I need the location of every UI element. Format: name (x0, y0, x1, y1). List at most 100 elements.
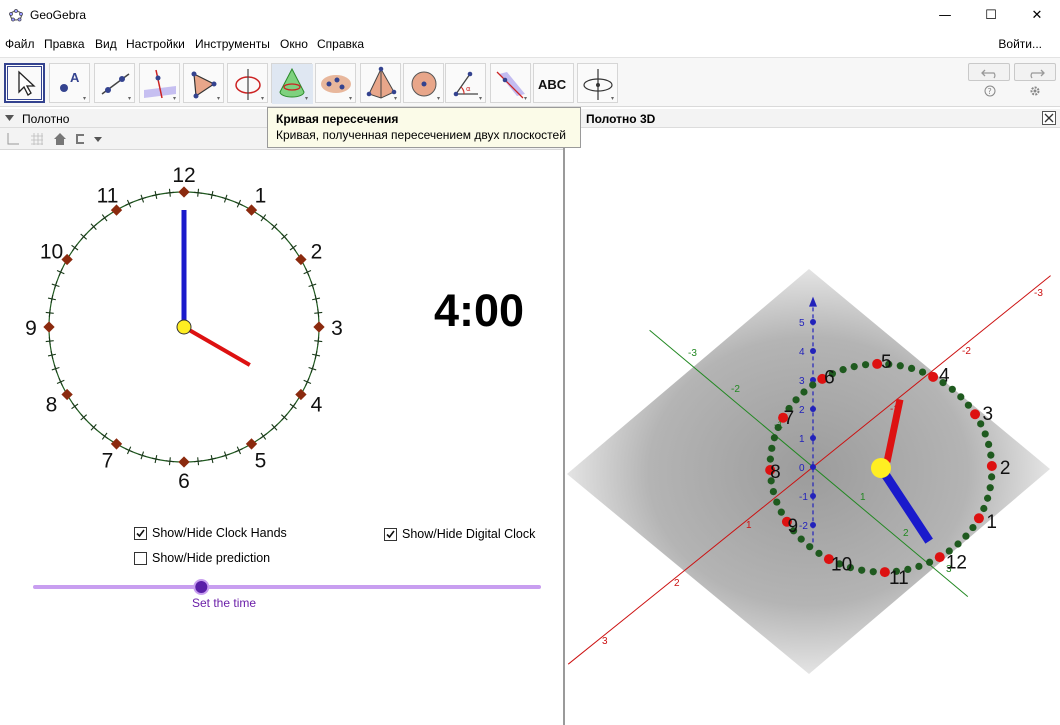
minute-dot-3d (858, 566, 866, 574)
minute-tick (280, 413, 288, 421)
time-slider[interactable] (30, 578, 544, 596)
clock-number-3d: 11 (889, 568, 909, 589)
checkbox-label: Show/Hide prediction (152, 551, 271, 565)
clock-number: 8 (46, 394, 58, 417)
point-icon: A (60, 70, 86, 100)
close-view-icon[interactable] (1042, 111, 1056, 125)
z-tick-dot (810, 435, 816, 441)
gear-icon[interactable] (1028, 84, 1042, 98)
angle-tool-button[interactable]: α (445, 63, 486, 103)
checkbox-label: Show/Hide Digital Clock (402, 527, 536, 541)
minute-tick (314, 337, 323, 346)
undo-icon (981, 69, 996, 79)
plane-points-icon (321, 75, 352, 100)
clock-number-3d: 5 (881, 352, 892, 373)
minute-dot-3d (770, 434, 778, 442)
minute-tick (138, 451, 147, 460)
maximize-button[interactable]: ☐ (968, 0, 1014, 31)
checkbox-box[interactable] (134, 527, 147, 540)
redo-icon (1030, 69, 1045, 79)
svg-text:A: A (70, 70, 80, 85)
pyramid-icon (366, 66, 397, 100)
close-button[interactable]: ✕ (1014, 0, 1060, 31)
minute-dot-3d (806, 543, 814, 551)
checkbox-box[interactable] (134, 552, 147, 565)
minute-dot-3d (987, 451, 995, 459)
clock-number: 6 (178, 470, 190, 493)
intersection-curve-tool-button[interactable] (271, 63, 313, 104)
menu-file[interactable]: Файл (5, 37, 35, 51)
slider-knob[interactable] (193, 579, 210, 595)
menu-help[interactable]: Справка (317, 37, 364, 51)
menu-window[interactable]: Окно (280, 37, 308, 51)
minute-tick (235, 446, 243, 455)
hour-marker (295, 388, 307, 401)
sign-in-link[interactable]: Войти... (998, 37, 1042, 51)
undo-button[interactable] (968, 63, 1010, 81)
clock-number-3d: 2 (1000, 458, 1011, 479)
circle-tool-button[interactable] (227, 63, 268, 103)
z-tick-dot (810, 464, 816, 470)
menu-view[interactable]: Вид (95, 37, 117, 51)
minute-dot-3d (915, 562, 923, 570)
clock-number: 3 (331, 317, 343, 340)
slider-caption: Set the time (192, 596, 257, 610)
minute-tick (125, 199, 133, 208)
y-tick-label: -3 (688, 348, 697, 359)
minute-tick (308, 364, 317, 373)
tool-tooltip: Кривая пересечения Кривая, полученная пе… (267, 107, 581, 148)
minute-dot-3d (815, 549, 823, 557)
minute-dot-3d (988, 473, 996, 481)
circle-with-point-tool-button[interactable] (403, 63, 444, 103)
menu-edit[interactable]: Правка (44, 37, 85, 51)
show-grid-icon[interactable] (30, 132, 44, 146)
text-icon: ABC (538, 77, 567, 92)
text-tool-label: ABC (538, 77, 567, 92)
minimize-button[interactable]: — (922, 0, 968, 31)
graphics-3d-view-title: Полотно 3D (586, 112, 656, 126)
hour-dot-3d (928, 371, 939, 382)
tooltip-title: Кривая пересечения (276, 112, 399, 126)
minute-tick (80, 233, 88, 241)
clock-number: 9 (25, 317, 37, 340)
menu-tools[interactable]: Инструменты (195, 37, 270, 51)
checkmark-icon (386, 530, 395, 539)
hour-marker (295, 253, 307, 266)
minute-dot-3d (800, 388, 808, 396)
home-icon[interactable] (53, 132, 67, 146)
point-tool-button[interactable]: A (49, 63, 90, 103)
pyramid-tool-button[interactable] (360, 63, 401, 103)
minute-tick (303, 378, 312, 386)
polygon-tool-button[interactable] (183, 63, 224, 103)
z-tick-label: 4 (799, 347, 805, 358)
svg-text:?: ? (988, 87, 992, 96)
rotate-view-tool-button[interactable] (577, 63, 618, 103)
minute-dot-3d (984, 494, 992, 502)
minute-dot-3d (768, 444, 776, 452)
show-axes-icon[interactable] (6, 132, 20, 146)
reflect-tool-button[interactable] (490, 63, 531, 103)
minute-dot-3d (962, 532, 970, 540)
sphere-tool-button[interactable] (315, 63, 356, 103)
clock-number-3d: 6 (824, 367, 835, 388)
line-tool-button[interactable] (94, 63, 135, 103)
menu-settings[interactable]: Настройки (126, 37, 185, 51)
minute-dot-3d (809, 381, 817, 389)
minute-tick (56, 268, 65, 276)
text-tool-button[interactable]: ABC (533, 63, 574, 103)
redo-button[interactable] (1014, 63, 1056, 81)
perpendicular-line-tool-button[interactable] (139, 63, 180, 103)
minute-dot-3d (925, 558, 934, 566)
minute-tick (259, 214, 267, 222)
clock-number: 11 (97, 184, 119, 207)
z-tick-dot (810, 348, 816, 354)
point-capturing-icon[interactable] (74, 133, 104, 145)
minute-dot-3d (985, 440, 993, 449)
help-icon[interactable]: ? (983, 84, 997, 98)
move-tool-button[interactable] (4, 63, 45, 103)
minute-tick (303, 268, 312, 276)
checkbox-box[interactable] (384, 528, 397, 541)
collapse-triangle-icon[interactable] (5, 115, 14, 122)
minute-dot-3d (896, 362, 904, 370)
graphics-3d-view-header: Полотно 3D (565, 109, 1060, 128)
